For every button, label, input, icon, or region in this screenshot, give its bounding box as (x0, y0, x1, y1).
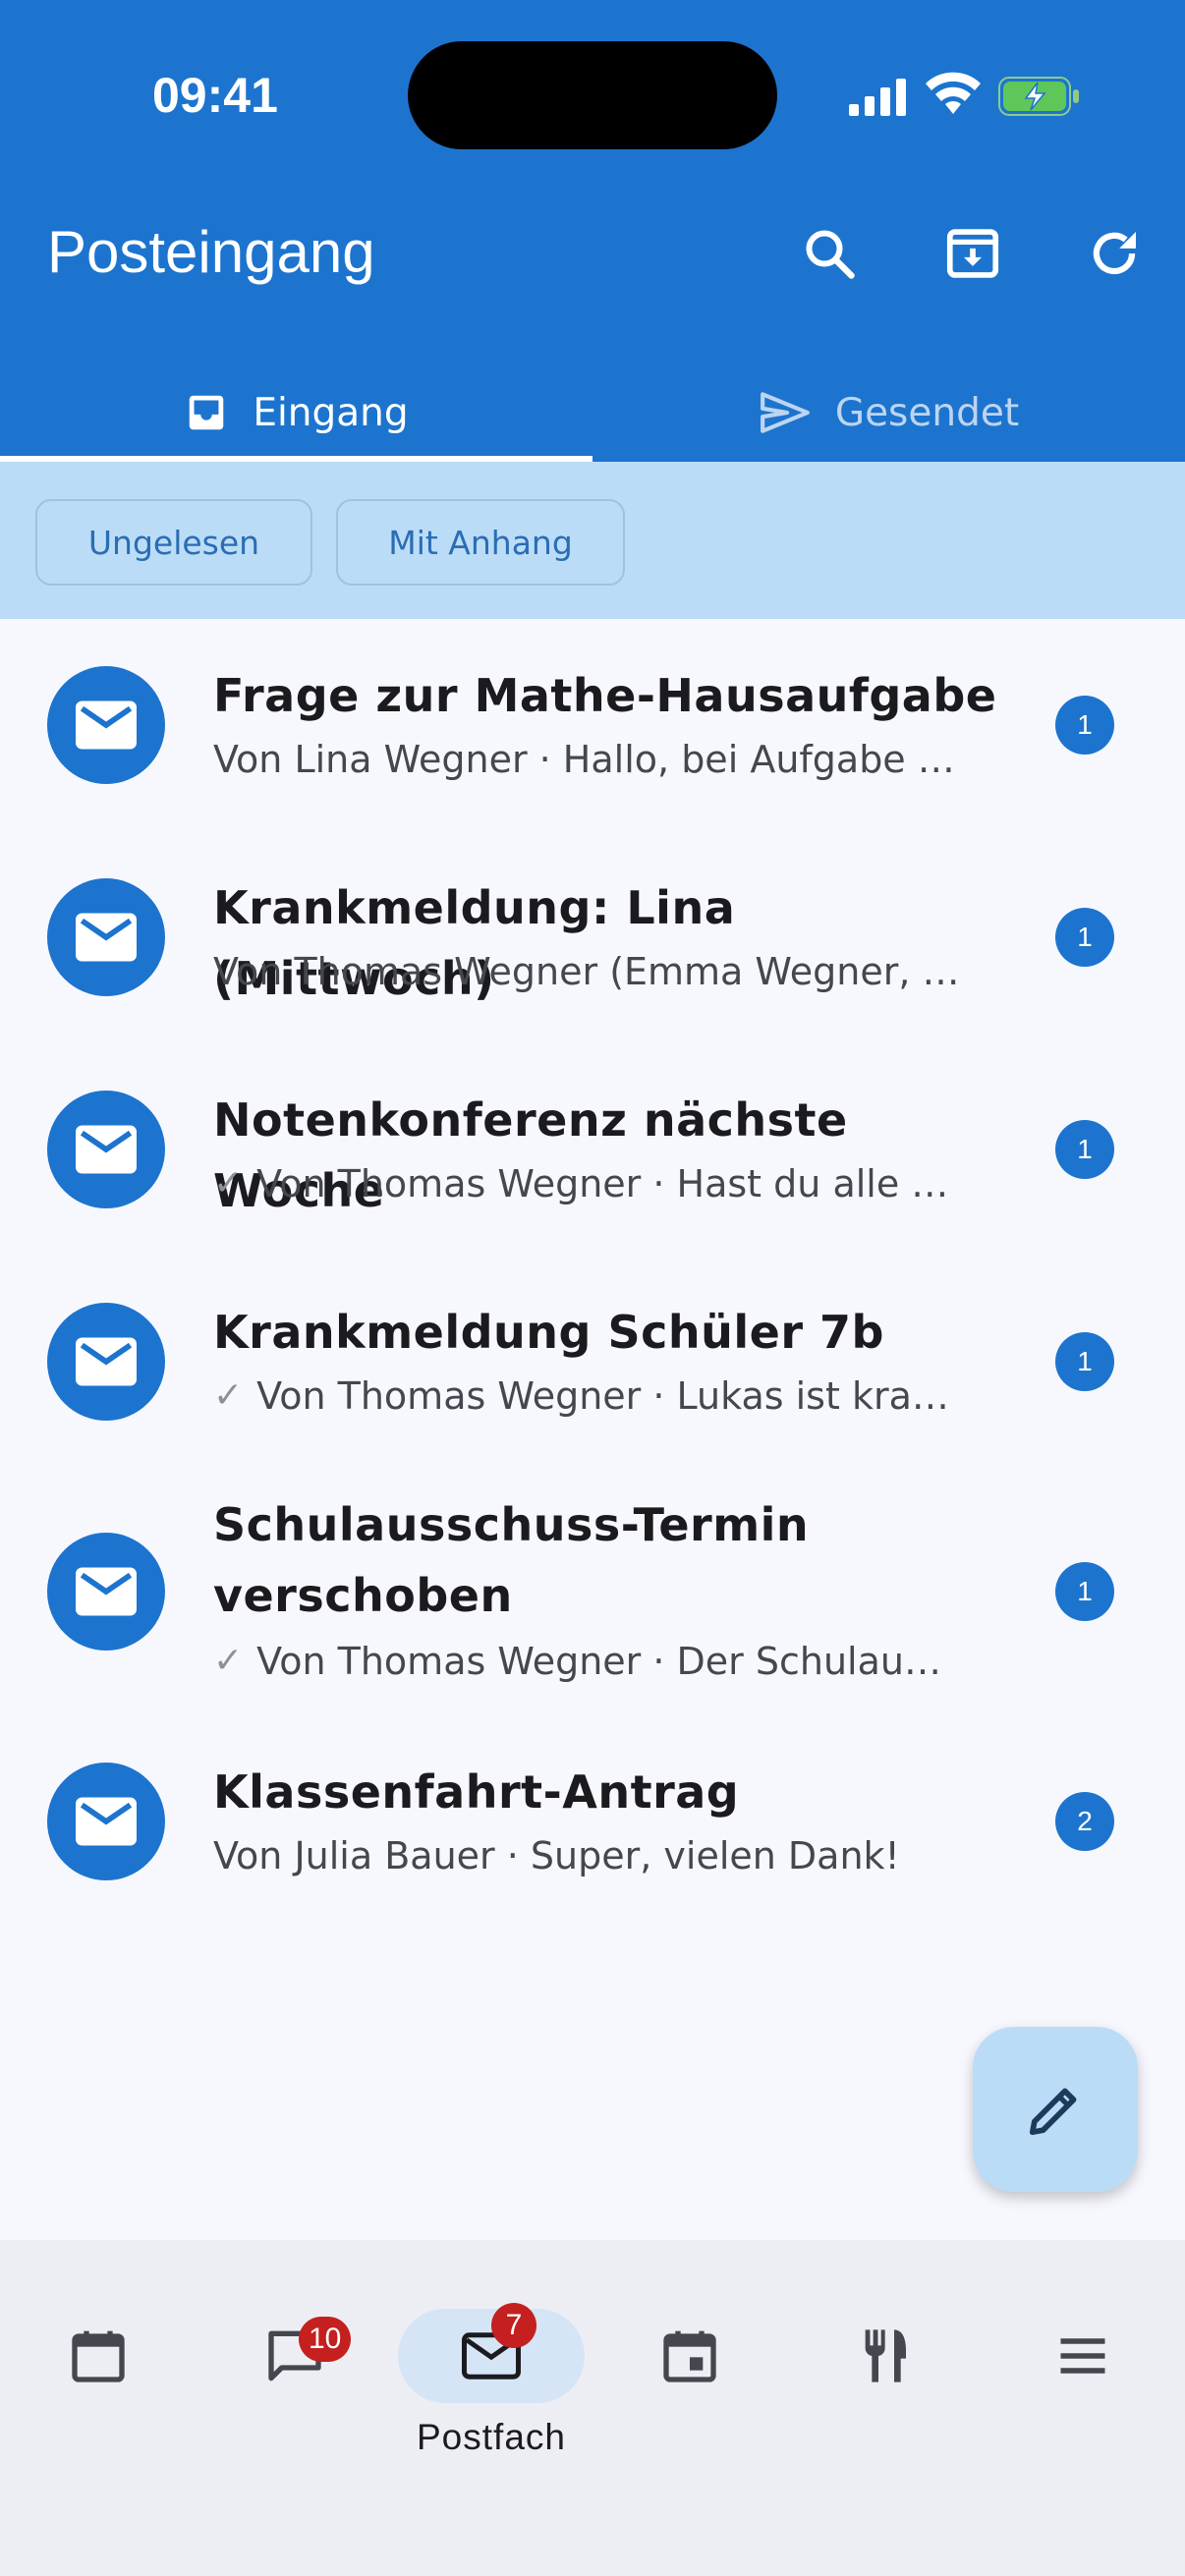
message-row[interactable]: Notenkonferenz nächste Woche ✓ Von Thomas… (0, 1043, 1185, 1256)
message-subject: Frage zur Mathe-Hausaufgabe (213, 669, 997, 722)
filter-bar: Ungelesen Mit Anhang (0, 462, 1185, 619)
inbox-icon (190, 395, 224, 430)
battery-charging-icon (998, 77, 1079, 116)
message-avatar (47, 1303, 165, 1421)
chat-unread-badge: 10 (299, 2317, 352, 2362)
message-preview-text: Von Julia Bauer · Super, vielen Dank! (213, 1834, 900, 1877)
mail-icon (76, 700, 137, 750)
message-preview-text: Von Lina Wegner · Hallo, bei Aufgabe … (213, 738, 955, 781)
edit-pencil-icon (1029, 2088, 1077, 2136)
filter-chip-unread[interactable]: Ungelesen (35, 499, 312, 586)
send-icon (760, 392, 810, 433)
nav-item-postfach[interactable]: 7 Postfach (393, 2303, 590, 2486)
archive-download-icon (946, 229, 999, 278)
message-preview: Von Lina Wegner · Hallo, bei Aufgabe … (213, 732, 1009, 787)
nav-item-chat[interactable]: 10 (197, 2309, 393, 2486)
message-preview-text: Von Thomas Wegner · Lukas ist kra… (256, 1374, 949, 1418)
message-preview: Von Julia Bauer · Super, vielen Dank! (213, 1828, 1009, 1883)
compose-button[interactable] (973, 2027, 1138, 2192)
message-subject: Klassenfahrt-Antrag (213, 1765, 740, 1819)
filter-chip-attachment[interactable]: Mit Anhang (336, 499, 625, 586)
message-count-badge: 1 (1055, 696, 1114, 755)
read-check-icon: ✓ (213, 1641, 244, 1681)
mail-icon (76, 1567, 137, 1616)
message-subject: Krankmeldung Schüler 7b (213, 1306, 884, 1359)
message-avatar (47, 1091, 165, 1208)
status-bar: 09:41 (0, 0, 1185, 192)
message-preview: ✓ Von Thomas Wegner · Der Schulau… (213, 1634, 1009, 1689)
message-count-badge: 1 (1055, 1562, 1114, 1621)
nav-item-menu[interactable] (985, 2309, 1181, 2486)
nav-item-calendar[interactable] (0, 2309, 197, 2486)
menu-icon (1060, 2338, 1105, 2374)
restaurant-icon (865, 2329, 906, 2382)
message-preview-text: Von Thomas Wegner (Emma Wegner, … (213, 950, 960, 993)
mail-icon (76, 1797, 137, 1846)
message-avatar (47, 878, 165, 996)
nav-label: Postfach (417, 2417, 566, 2457)
nav-item-canteen[interactable] (788, 2309, 985, 2486)
message-count-badge: 1 (1055, 908, 1114, 967)
refresh-icon (1093, 232, 1136, 275)
message-preview-text: Von Thomas Wegner · Der Schulau… (256, 1640, 941, 1683)
app-header: 09:41 Posteingang Eingang Gesendet (0, 0, 1185, 462)
message-row[interactable]: Krankmeldung Schüler 7b ✓ Von Thomas Wegn… (0, 1256, 1185, 1468)
message-avatar (47, 1763, 165, 1880)
mail-icon (76, 1337, 137, 1386)
tab-eingang[interactable]: Eingang (0, 364, 592, 462)
message-row[interactable]: Schulausschuss-Termin verschoben ✓ Von Th… (0, 1468, 1185, 1715)
cellular-signal-icon (849, 79, 906, 116)
search-icon (806, 230, 855, 279)
message-row[interactable]: Krankmeldung: Lina (Mittwoch) Von Thomas… (0, 831, 1185, 1043)
status-time: 09:41 (152, 68, 278, 123)
dynamic-island (408, 41, 777, 149)
bottom-navigation: 10 7 Postfach (0, 2240, 1185, 2576)
archive-button[interactable] (937, 218, 1008, 289)
message-avatar (47, 666, 165, 784)
message-preview-text: Von Thomas Wegner · Hast du alle … (256, 1162, 949, 1205)
refresh-button[interactable] (1079, 218, 1150, 289)
message-count-badge: 1 (1055, 1332, 1114, 1391)
message-avatar (47, 1533, 165, 1651)
event-icon (663, 2330, 716, 2382)
message-row[interactable]: Klassenfahrt-Antrag Von Julia Bauer · Su… (0, 1715, 1185, 1928)
read-check-icon: ✓ (213, 1163, 244, 1204)
mail-icon (76, 913, 137, 962)
message-preview: Von Thomas Wegner (Emma Wegner, … (213, 944, 1009, 999)
message-count-badge: 2 (1055, 1792, 1114, 1851)
mail-icon (76, 1125, 137, 1174)
mail-unread-badge: 7 (491, 2303, 536, 2348)
read-check-icon: ✓ (213, 1375, 244, 1416)
message-row[interactable]: Frage zur Mathe-Hausaufgabe Von Lina Weg… (0, 619, 1185, 831)
message-preview: ✓ Von Thomas Wegner · Lukas ist kra… (213, 1369, 1009, 1424)
tab-gesendet[interactable]: Gesendet (592, 364, 1185, 462)
message-subject: Schulausschuss-Termin verschoben (213, 1498, 810, 1622)
message-count-badge: 1 (1055, 1120, 1114, 1179)
wifi-icon (926, 72, 981, 114)
message-preview: ✓ Von Thomas Wegner · Hast du alle … (213, 1156, 1009, 1211)
nav-item-events[interactable] (592, 2309, 788, 2486)
search-button[interactable] (794, 218, 865, 289)
tab-label: Gesendet (834, 390, 1020, 435)
page-title: Posteingang (47, 219, 375, 285)
tab-label: Eingang (253, 390, 409, 435)
calendar-icon (72, 2330, 125, 2382)
